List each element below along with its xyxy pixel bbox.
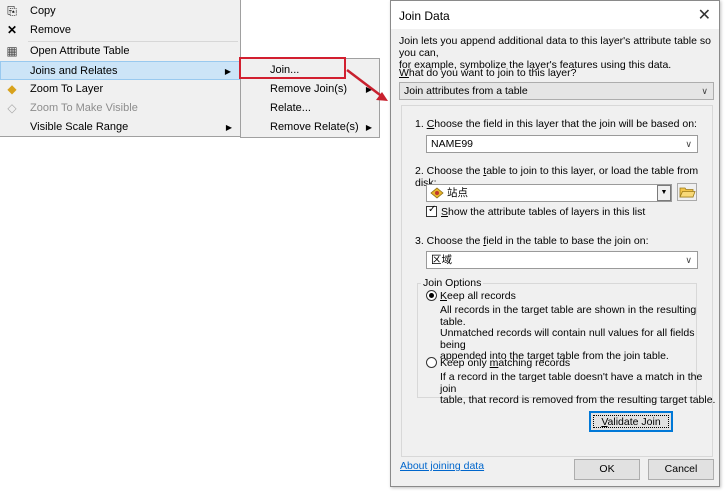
- cancel-button[interactable]: Cancel: [648, 459, 714, 480]
- join-table-select[interactable]: 站点: [426, 184, 672, 202]
- keep-all-records-radio[interactable]: [426, 290, 437, 301]
- keep-matching-records-radio[interactable]: [426, 357, 437, 368]
- intro-line: Join lets you append additional data to …: [399, 35, 711, 59]
- keep-all-records-label: Keep all records: [440, 290, 516, 302]
- step3-label: 3. Choose the field in the table to base…: [415, 235, 649, 247]
- show-attribute-tables-checkbox[interactable]: ✓: [426, 204, 437, 217]
- ok-button[interactable]: OK: [574, 459, 640, 480]
- close-icon[interactable]: ✕: [698, 5, 711, 25]
- join-type-question: What do you want to join to this layer?: [399, 67, 577, 79]
- layer-point-icon: [430, 187, 444, 199]
- table-field-select[interactable]: 区域 ∨: [426, 251, 698, 269]
- chevron-down-icon: ∨: [685, 255, 692, 265]
- chevron-down-icon: ∨: [701, 86, 708, 96]
- join-table-value: 站点: [447, 187, 468, 199]
- join-data-dialog: Join Data ✕ Join lets you append additio…: [390, 0, 720, 487]
- dropdown-arrow-icon[interactable]: ▼: [657, 185, 671, 201]
- keep-matching-records-label: Keep only matching records: [440, 357, 571, 369]
- layer-field-select[interactable]: NAME99 ∨: [426, 135, 698, 153]
- dialog-intro: Join lets you append additional data to …: [399, 35, 714, 71]
- join-type-value: Join attributes from a table: [404, 85, 528, 97]
- dialog-title: Join Data: [399, 9, 450, 23]
- join-type-select[interactable]: Join attributes from a table ∨: [399, 82, 714, 100]
- show-attribute-tables-label: Show the attribute tables of layers in t…: [441, 206, 646, 218]
- about-joining-data-link[interactable]: About joining data: [400, 460, 484, 472]
- step1-label: 1. Choose the field in this layer that t…: [415, 118, 697, 130]
- join-options-label: Join Options: [421, 277, 484, 289]
- keep-matching-records-description: If a record in the target table doesn't …: [440, 371, 716, 406]
- keep-all-records-description: All records in the target table are show…: [440, 304, 697, 362]
- dialog-titlebar: Join Data ✕: [391, 1, 719, 29]
- open-folder-icon[interactable]: [677, 183, 697, 201]
- validate-join-button[interactable]: Validate Join: [589, 411, 673, 432]
- layer-field-value: NAME99: [431, 138, 474, 150]
- table-field-value: 区域: [431, 254, 452, 266]
- chevron-down-icon: ∨: [685, 139, 692, 149]
